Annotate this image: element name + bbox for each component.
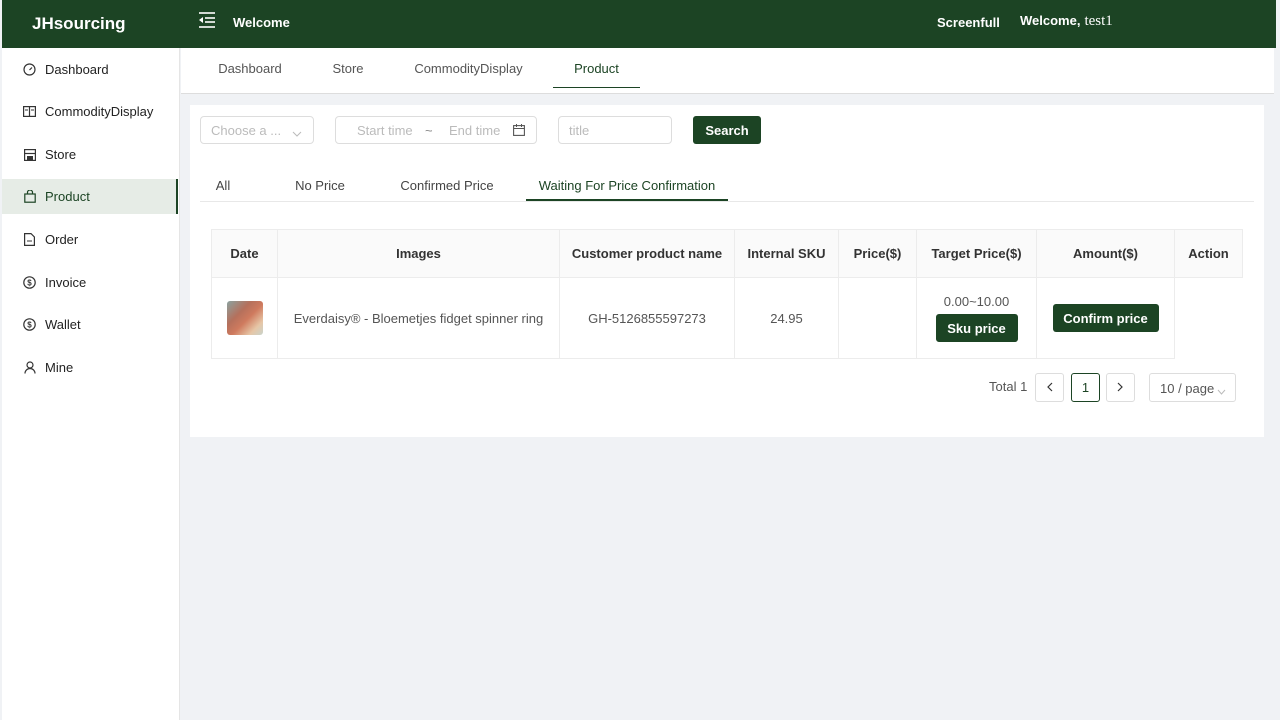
tab-dashboard[interactable]: Dashboard [203,48,297,88]
target-price-range: 0.00~10.00 [943,294,1010,309]
status-tab-no-price[interactable]: No Price [284,177,356,201]
status-tab-all[interactable]: All [214,177,232,201]
calendar-icon [513,124,525,139]
store-icon [23,148,36,161]
date-separator: ~ [425,123,433,138]
user-menu[interactable]: Welcome, test1 [1020,13,1113,30]
book-icon [23,105,36,118]
sidebar-item-label: CommodityDisplay [45,104,154,119]
chevron-right-icon [1117,380,1124,395]
status-tab-confirmed-price[interactable]: Confirmed Price [390,177,504,201]
sidebar-item-label: Invoice [45,275,87,290]
sidebar-item-label: Store [45,147,77,162]
date-range-picker[interactable]: Start time ~ End time [335,116,537,144]
sidebar-item-wallet[interactable]: $ Wallet [2,307,178,342]
amount-cell: Confirm price [1036,277,1175,359]
column-header-internal-sku: Internal SKU [734,229,839,278]
column-header-customer-product-name: Customer product name [559,229,735,278]
chevron-down-icon [1217,383,1226,398]
status-tab-waiting-confirmation[interactable]: Waiting For Price Confirmation [526,177,728,201]
user-icon [23,361,36,374]
column-header-price: Price($) [838,229,917,278]
main-card: Choose a ... Start time ~ End time Searc… [190,105,1264,437]
sidebar-item-mine[interactable]: Mine [2,350,178,385]
sidebar-item-label: Product [45,189,90,204]
end-time-placeholder: End time [449,123,501,138]
dollar-circle-icon: $ [23,276,36,289]
sku-price-button[interactable]: Sku price [935,314,1018,342]
svg-text:$: $ [27,279,32,288]
app-logo: JHsourcing [32,14,126,33]
tab-store[interactable]: Store [321,48,375,88]
column-header-date: Date [211,229,278,278]
sidebar-item-commoditydisplay[interactable]: CommodityDisplay [2,94,178,129]
table-header-row: Date Images Customer product name Intern… [211,229,1243,278]
page-size-value: 10 / page [1160,381,1215,396]
document-icon [23,233,36,246]
category-select-placeholder: Choose a ... [211,123,282,138]
column-header-amount: Amount($) [1036,229,1175,278]
table-row: Everdaisy® - Bloemetjes fidget spinner r… [211,277,1243,359]
category-select[interactable]: Choose a ... [200,116,314,144]
sidebar-item-label: Dashboard [45,62,109,77]
action-cell [1174,277,1243,359]
product-thumbnail[interactable] [226,301,263,335]
search-button[interactable]: Search [693,116,761,144]
dollar-circle-icon: $ [23,318,36,331]
screenfull-button[interactable]: Screenfull [937,15,1000,30]
bag-icon [23,190,36,203]
header-title: Welcome [233,15,290,30]
pagination-page-1[interactable]: 1 [1071,373,1100,402]
tab-bar: Dashboard Store CommodityDisplay Product [181,48,1274,94]
sidebar-item-label: Order [45,232,79,247]
column-header-images: Images [277,229,560,278]
sidebar-item-label: Wallet [45,317,81,332]
internal-sku-cell: 24.95 [734,277,839,359]
menu-collapse-icon[interactable] [197,11,217,29]
dashboard-icon [23,63,36,76]
target-price-cell: 0.00~10.00 Sku price [916,277,1037,359]
customer-product-name-cell: GH-5126855597273 [559,277,735,359]
product-name-cell: Everdaisy® - Bloemetjes fidget spinner r… [277,277,560,359]
sidebar-item-product[interactable]: Product [2,179,178,214]
product-image-cell [211,277,278,359]
pagination-prev-button[interactable] [1035,373,1064,402]
column-header-target-price: Target Price($) [916,229,1037,278]
price-cell [838,277,917,359]
product-table: Date Images Customer product name Intern… [211,229,1243,359]
sidebar: Dashboard CommodityDisplay Store Product… [2,48,180,720]
tab-product[interactable]: Product [553,48,640,88]
pagination-next-button[interactable] [1106,373,1135,402]
pagination-total: Total 1 [989,379,1028,394]
username: test1 [1084,13,1113,29]
sidebar-item-store[interactable]: Store [2,137,178,172]
column-header-action: Action [1174,229,1243,278]
chevron-left-icon [1046,380,1053,395]
page-size-select[interactable]: 10 / page [1149,373,1236,402]
top-header: JHsourcing Welcome Screenfull Welcome, te… [2,0,1276,48]
svg-text:$: $ [27,321,32,330]
confirm-price-button[interactable]: Confirm price [1052,304,1159,332]
sidebar-item-label: Mine [45,360,74,375]
sidebar-item-order[interactable]: Order [2,222,178,257]
sidebar-item-dashboard[interactable]: Dashboard [2,52,178,87]
sidebar-item-invoice[interactable]: $ Invoice [2,265,178,300]
start-time-placeholder: Start time [357,123,413,138]
greeting-text: Welcome, [1020,13,1081,28]
status-tabs: All No Price Confirmed Price Waiting For… [200,177,1254,202]
chevron-down-icon [292,125,302,140]
title-input[interactable] [558,116,672,144]
tab-commoditydisplay[interactable]: CommodityDisplay [406,48,531,88]
